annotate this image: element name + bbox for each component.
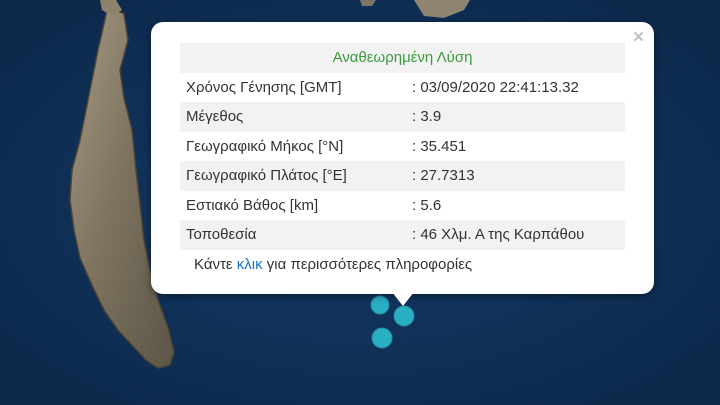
row-label-longitude: Γεωγραφικό Πλάτος [°E] [180,161,404,191]
row-value-location: : 46 Χλμ. Α της Καρπάθου [404,220,625,250]
close-icon[interactable]: × [633,28,644,47]
row-label-location: Τοποθεσία [180,220,404,250]
row-label-latitude: Γεωγραφικό Μήκος [°N] [186,137,344,155]
row-value-latitude: : 35.451 [412,137,467,155]
table-row: Εστιακό Βάθος [km] : 5.6 [180,191,625,221]
table-row: Γεωγραφικό Μήκος [°N] : 35.451 [180,132,625,162]
earthquake-info-popup: × Αναθεωρημένη Λύση Χρόνος Γένησης [GMT]… [151,22,654,294]
more-info-suffix: για περισσότερες πληροφορίες [262,255,473,273]
popup-title: Αναθεωρημένη Λύση [180,43,625,73]
table-row: Μέγεθος : 3.9 [180,102,625,132]
row-value-longitude: : 27.7313 [404,161,625,191]
earthquake-marker[interactable] [371,327,393,349]
popup-pointer [392,292,414,306]
row-value-origin-time: : 03/09/2020 22:41:13.32 [412,78,579,96]
row-value-magnitude: : 3.9 [404,102,625,132]
popup-footer-row: Κάντε κλικ για περισσότερες πληροφορίες [180,250,625,280]
more-info-link[interactable]: κλικ [237,256,263,273]
popup-title-row: Αναθεωρημένη Λύση [180,43,625,73]
more-info-text: Κάντε κλικ για περισσότερες πληροφορίες [180,250,625,280]
table-row: Γεωγραφικό Πλάτος [°E] : 27.7313 [180,161,625,191]
earthquake-details-table: Αναθεωρημένη Λύση Χρόνος Γένησης [GMT] :… [180,43,625,279]
table-row: Χρόνος Γένησης [GMT] : 03/09/2020 22:41:… [180,73,625,103]
row-label-magnitude: Μέγεθος [180,102,404,132]
row-label-depth: Εστιακό Βάθος [km] [186,196,319,214]
table-row: Τοποθεσία : 46 Χλμ. Α της Καρπάθου [180,220,625,250]
earthquake-marker[interactable] [393,305,415,327]
more-info-prefix: Κάντε [194,255,237,273]
earthquake-marker[interactable] [370,295,390,315]
row-label-origin-time: Χρόνος Γένησης [GMT] [186,78,342,96]
row-value-depth: : 5.6 [412,196,442,214]
